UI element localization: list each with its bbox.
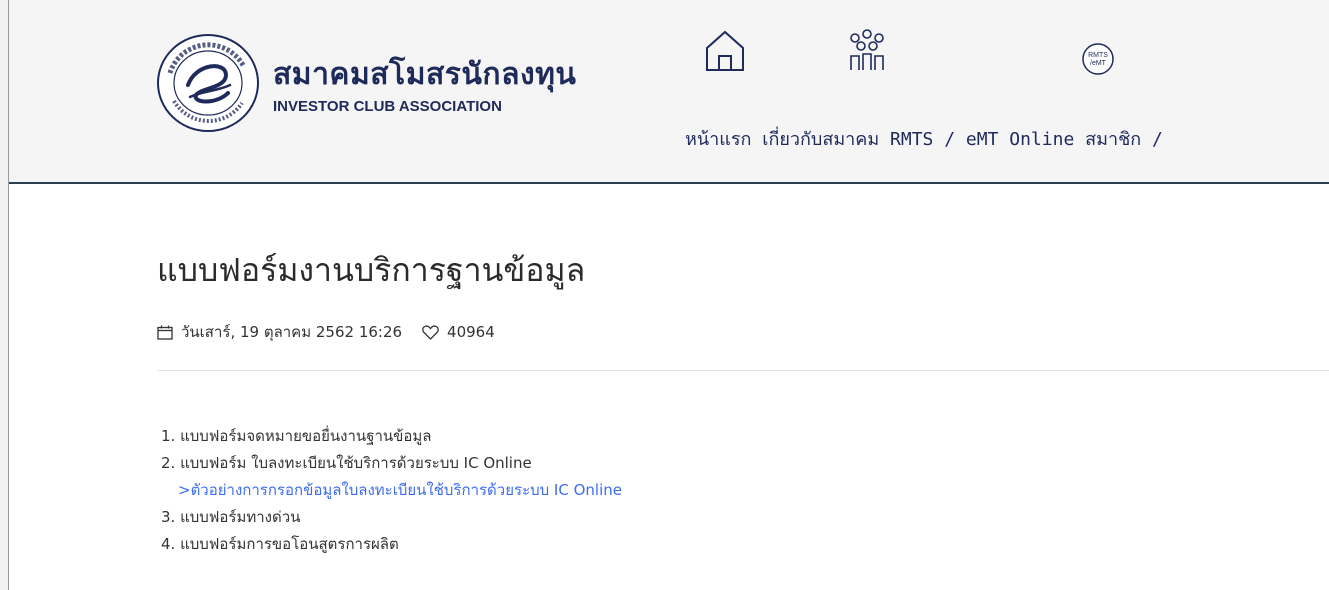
rmts-emt-icon[interactable]: RMTS /eMT bbox=[1081, 42, 1115, 76]
people-group-icon[interactable] bbox=[843, 28, 891, 72]
svg-text:/eMT: /eMT bbox=[1090, 60, 1107, 67]
article-date: วันเสาร์, 19 ตุลาคม 2562 16:26 bbox=[181, 323, 403, 341]
like-count: 40964 bbox=[447, 323, 495, 341]
svg-text:RMTS: RMTS bbox=[1088, 52, 1108, 59]
nav-home[interactable]: หน้าแรก bbox=[685, 129, 751, 150]
example-link[interactable]: >ตัวอย่างการกรอกข้อมูลใบลงทะเบียนใช้บริก… bbox=[161, 477, 622, 504]
list-item[interactable]: 1. แบบฟอร์มจดหมายขอยื่นงานฐานข้อมูล bbox=[161, 423, 622, 450]
form-list: 1. แบบฟอร์มจดหมายขอยื่นงานฐานข้อมูล 2. แ… bbox=[161, 423, 622, 558]
main-nav: RMTS /eMT หน้าแรก เกี่ยวกับสมาคม RMTS / … bbox=[685, 28, 1329, 158]
nav-rmts-emt-online[interactable]: RMTS / eMT Online bbox=[890, 129, 1074, 150]
divider bbox=[157, 370, 1329, 371]
list-item[interactable]: 4. แบบฟอร์มการขอโอนสูตรการผลิต bbox=[161, 531, 622, 558]
site-header: สมาคมสโมสรนักลงทุน INVESTOR CLUB ASSOCIA… bbox=[9, 0, 1329, 184]
article-meta: วันเสาร์, 19 ตุลาคม 2562 16:26 40964 bbox=[157, 320, 495, 344]
calendar-icon bbox=[157, 325, 173, 340]
article: แบบฟอร์มงานบริการฐานข้อมูล วันเสาร์, 19 … bbox=[157, 245, 1329, 553]
nav-about[interactable]: เกี่ยวกับสมาคม bbox=[762, 129, 879, 150]
window-edge bbox=[0, 0, 9, 590]
nav-members[interactable]: สมาชิก / bbox=[1085, 129, 1163, 150]
home-icon[interactable] bbox=[703, 28, 747, 72]
logo-english-name: INVESTOR CLUB ASSOCIATION bbox=[273, 98, 502, 115]
list-item[interactable]: 3. แบบฟอร์มทางด่วน bbox=[161, 504, 622, 531]
list-item[interactable]: 2. แบบฟอร์ม ใบลงทะเบียนใช้บริการด้วยระบบ… bbox=[161, 450, 622, 477]
logo-thai-name: สมาคมสโมสรนักลงทุน bbox=[273, 57, 577, 92]
site-logo[interactable]: สมาคมสโมสรนักลงทุน INVESTOR CLUB ASSOCIA… bbox=[156, 33, 616, 133]
page-title: แบบฟอร์มงานบริการฐานข้อมูล bbox=[157, 251, 586, 289]
association-seal-icon bbox=[157, 34, 259, 132]
heart-icon[interactable] bbox=[422, 324, 439, 340]
